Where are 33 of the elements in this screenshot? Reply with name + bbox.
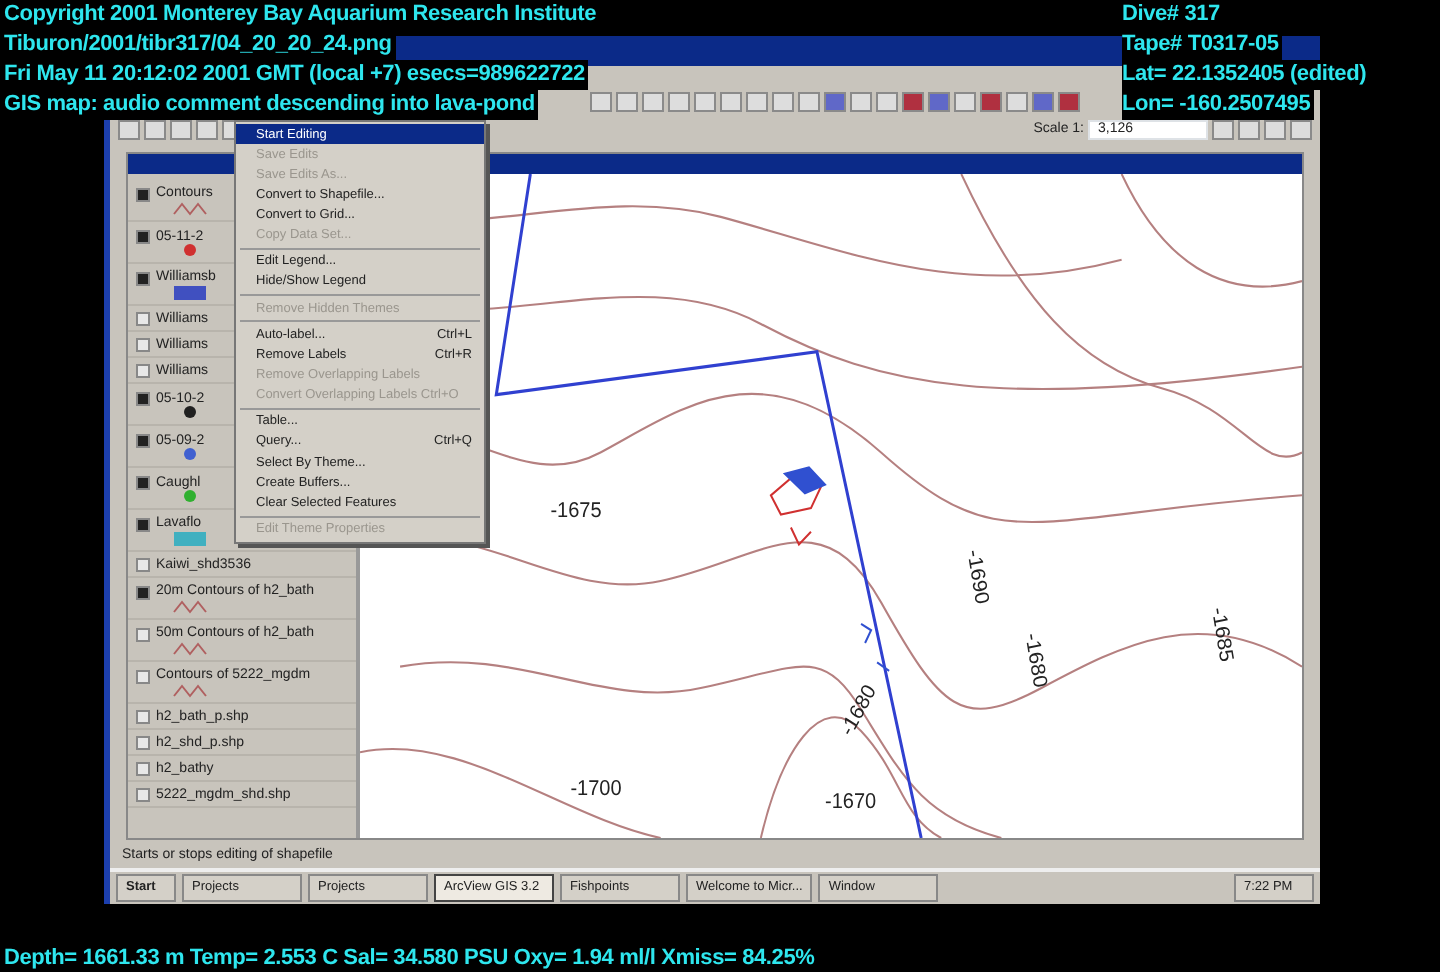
layer-checkbox[interactable] xyxy=(136,338,150,352)
contour-label: -1680 xyxy=(837,681,882,741)
layer-checkbox[interactable] xyxy=(136,392,150,406)
contour-label: -1675 xyxy=(550,500,602,523)
layer-checkbox[interactable] xyxy=(136,627,150,641)
layer-checkbox[interactable] xyxy=(136,558,150,572)
overlay-readout: Depth= 1661.33 m Temp= 2.553 C Sal= 34.580 PSU Oxy= 1.94 ml/l Xmiss= 84.25% xyxy=(4,944,819,972)
contour-label: -1685 xyxy=(1206,605,1236,664)
layer-checkbox[interactable] xyxy=(136,230,150,244)
layer-checkbox[interactable] xyxy=(136,585,150,599)
layer-checkbox[interactable] xyxy=(136,434,150,448)
overlay-caption: Lat= 22.1352405 (edited) xyxy=(1122,60,1371,90)
overlay-caption: Lon= -160.2507495 xyxy=(1122,90,1315,120)
contour-label: -1670 xyxy=(825,791,877,815)
layer-checkbox[interactable] xyxy=(136,364,150,378)
layer-checkbox[interactable] xyxy=(136,762,150,776)
overlay-caption: Fri May 11 20:12:02 2001 GMT (local +7) esecs=989622722 xyxy=(4,60,589,90)
overlay-caption: Copyright 2001 Monterey Bay Aquarium Research Institute xyxy=(4,0,601,30)
layer-checkbox[interactable] xyxy=(136,271,150,285)
contour-label: -1680 xyxy=(1019,631,1050,690)
layer-checkbox[interactable] xyxy=(136,312,150,326)
layer-checkbox[interactable] xyxy=(136,476,150,490)
layer-checkbox[interactable] xyxy=(136,187,150,201)
layer-checkbox[interactable] xyxy=(136,710,150,724)
overlay-caption: Tiburon/2001/tibr317/04_20_20_24.png xyxy=(4,30,396,60)
layer-checkbox[interactable] xyxy=(136,517,150,531)
overlay-caption: Tape# T0317-05 xyxy=(1122,30,1283,60)
overlay-caption: GIS map: audio comment descending into lava-pond xyxy=(4,90,539,120)
layer-checkbox[interactable] xyxy=(136,736,150,750)
contour-label: -1700 xyxy=(570,778,622,802)
layer-checkbox[interactable] xyxy=(136,788,150,802)
contour-label: -1690 xyxy=(961,548,992,606)
layer-checkbox[interactable] xyxy=(136,669,150,683)
